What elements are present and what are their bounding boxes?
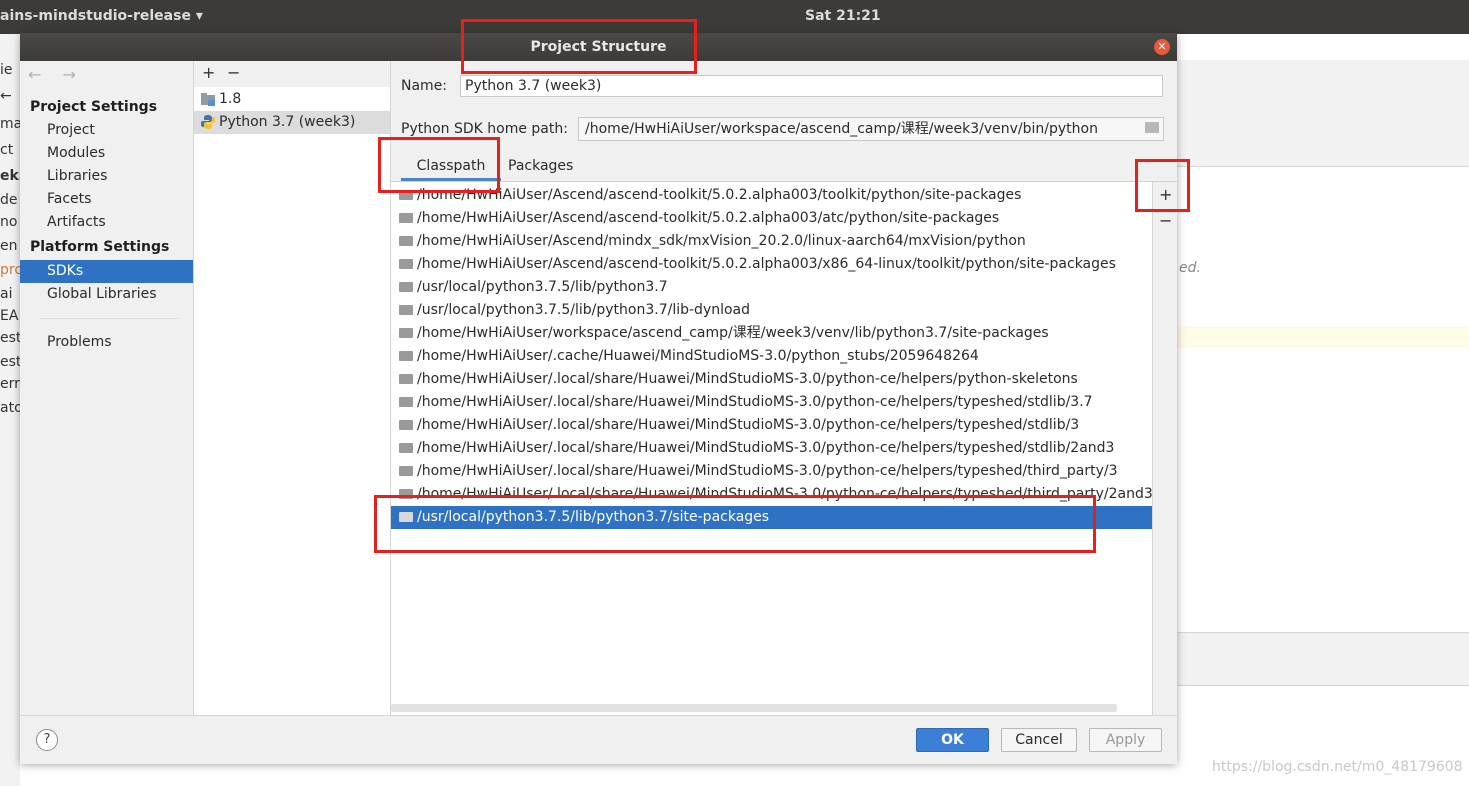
- bg-fragment: ma: [0, 116, 20, 132]
- bg-bottom-bar: [1177, 632, 1469, 686]
- classpath-row[interactable]: /usr/local/python3.7.5/lib/python3.7/lib…: [391, 299, 1152, 322]
- classpath-row[interactable]: /home/HwHiAiUser/.local/share/Huawei/Min…: [391, 414, 1152, 437]
- nav-item-sdks[interactable]: SDKs: [20, 260, 193, 283]
- folder-icon: [399, 236, 413, 246]
- app-menu[interactable]: ains-mindstudio-release ▾: [0, 8, 203, 24]
- sdk-item-1-8[interactable]: 1.8: [194, 88, 390, 111]
- browse-folder-icon[interactable]: [1145, 122, 1159, 133]
- folder-icon: [399, 466, 413, 476]
- bg-fragment: err: [0, 376, 20, 392]
- classpath-row[interactable]: /home/HwHiAiUser/Ascend/mindx_sdk/mxVisi…: [391, 230, 1152, 253]
- sdk-details-panel: Name: Python 3.7 (week3) Python SDK home…: [391, 61, 1177, 715]
- bg-fragment: pro: [0, 262, 20, 278]
- classpath-row[interactable]: /home/HwHiAiUser/.local/share/Huawei/Min…: [391, 391, 1152, 414]
- close-icon[interactable]: ✕: [1154, 39, 1170, 55]
- folder-icon: [399, 397, 413, 407]
- nav-item-modules[interactable]: Modules: [20, 142, 193, 165]
- bg-fragment: en: [0, 238, 18, 254]
- folder-icon: [399, 374, 413, 384]
- bg-tabbar: [1177, 140, 1469, 167]
- bg-fragment: ai: [0, 286, 13, 302]
- name-label: Name:: [401, 78, 448, 94]
- folder-icon: [399, 420, 413, 430]
- classpath-row[interactable]: /usr/local/python3.7.5/lib/python3.7: [391, 276, 1152, 299]
- add-sdk-button[interactable]: +: [202, 63, 215, 82]
- folder-icon: [399, 282, 413, 292]
- help-icon[interactable]: ?: [36, 729, 58, 751]
- bg-fragment: no: [0, 214, 18, 230]
- classpath-row[interactable]: /home/HwHiAiUser/workspace/ascend_camp/课…: [391, 322, 1152, 345]
- watermark: https://blog.csdn.net/m0_48179608: [1212, 759, 1463, 775]
- bg-fragment: ct: [0, 142, 14, 158]
- bg-fragment: ek3: [0, 168, 20, 184]
- bg-fragment: ie: [0, 62, 13, 78]
- bg-fragment: est: [0, 354, 20, 370]
- nav-separator: [40, 318, 180, 319]
- nav-item-artifacts[interactable]: Artifacts: [20, 211, 193, 234]
- dialog-footer: ? OK Cancel Apply: [20, 715, 1177, 764]
- classpath-side-toolbar: + −: [1153, 182, 1177, 715]
- tab-packages[interactable]: Packages: [508, 153, 573, 179]
- classpath-list[interactable]: /home/HwHiAiUser/Ascend/ascend-toolkit/5…: [391, 182, 1153, 715]
- bg-editor-text: ed.: [1179, 260, 1201, 276]
- sdk-item-label: Python 3.7 (week3): [219, 114, 356, 130]
- cancel-button[interactable]: Cancel: [1001, 728, 1077, 752]
- sdk-item-label: 1.8: [219, 91, 242, 107]
- nav-item-project[interactable]: Project: [20, 119, 193, 142]
- bg-toolbar: [1177, 112, 1469, 141]
- ok-button[interactable]: OK: [916, 728, 989, 752]
- home-path-value: /home/HwHiAiUser/workspace/ascend_camp/课…: [585, 121, 1098, 137]
- nav-item-global-libraries[interactable]: Global Libraries: [20, 283, 193, 306]
- clock[interactable]: Sat 21:21: [805, 8, 881, 24]
- folder-icon: [399, 213, 413, 223]
- classpath-row[interactable]: /home/HwHiAiUser/Ascend/ascend-toolkit/5…: [391, 253, 1152, 276]
- annotation-box-selected-path: [374, 495, 1096, 553]
- folder-icon: [399, 305, 413, 315]
- classpath-row[interactable]: /home/HwHiAiUser/.local/share/Huawei/Min…: [391, 460, 1152, 483]
- classpath-row[interactable]: /home/HwHiAiUser/.local/share/Huawei/Min…: [391, 368, 1152, 391]
- annotation-box-title: [461, 19, 697, 74]
- apply-button[interactable]: Apply: [1089, 728, 1162, 752]
- bg-fragment: ato: [0, 400, 20, 416]
- settings-nav: ← → Project Settings Project Modules Lib…: [20, 61, 194, 715]
- bg-fragment: ←: [0, 88, 12, 104]
- remove-classpath-button[interactable]: −: [1159, 211, 1172, 230]
- annotation-box-classpath-tab: [378, 137, 500, 193]
- folder-icon: [399, 259, 413, 269]
- bg-fragment: EA: [0, 308, 19, 324]
- nav-item-facets[interactable]: Facets: [20, 188, 193, 211]
- bg-line-highlight: [1177, 326, 1469, 348]
- folder-icon: [399, 328, 413, 338]
- project-structure-dialog: Project Structure ✕ ← → Project Settings…: [20, 33, 1177, 764]
- bg-fragment: de: [0, 192, 18, 208]
- classpath-row[interactable]: /home/HwHiAiUser/Ascend/ascend-toolkit/5…: [391, 207, 1152, 230]
- folder-icon: [399, 351, 413, 361]
- project-settings-header: Project Settings: [30, 99, 158, 115]
- sdk-list-toolbar: + −: [194, 61, 390, 87]
- horizontal-scrollbar[interactable]: [391, 704, 1117, 712]
- folder-jdk-icon: [201, 93, 215, 106]
- sdk-item-python-3-7[interactable]: Python 3.7 (week3): [194, 111, 390, 134]
- home-path-label: Python SDK home path:: [401, 121, 568, 137]
- sdk-home-path-field[interactable]: /home/HwHiAiUser/workspace/ascend_camp/课…: [578, 117, 1164, 141]
- classpath-row[interactable]: /home/HwHiAiUser/.local/share/Huawei/Min…: [391, 437, 1152, 460]
- folder-icon: [399, 443, 413, 453]
- bg-fragment: est: [0, 330, 20, 346]
- nav-item-libraries[interactable]: Libraries: [20, 165, 193, 188]
- back-forward-arrows[interactable]: ← →: [28, 65, 84, 84]
- os-top-bar: ains-mindstudio-release ▾ Sat 21:21: [0, 0, 1469, 34]
- sdk-list-panel: + − 1.8 Python 3.7 (week3): [194, 61, 391, 715]
- background-ide-left: ie ← ma ct ek3 de no en pro ai EA est es…: [0, 34, 20, 786]
- background-ide-right: ed.: [1177, 34, 1469, 786]
- remove-sdk-button[interactable]: −: [227, 63, 240, 82]
- classpath-row[interactable]: /home/HwHiAiUser/Ascend/ascend-toolkit/5…: [391, 184, 1152, 207]
- nav-item-problems[interactable]: Problems: [20, 331, 193, 354]
- platform-settings-header: Platform Settings: [30, 239, 170, 255]
- bg-toolbar: [1177, 60, 1469, 113]
- sdk-name-field[interactable]: Python 3.7 (week3): [460, 75, 1163, 97]
- classpath-row[interactable]: /home/HwHiAiUser/.cache/Huawei/MindStudi…: [391, 345, 1152, 368]
- python-icon: [201, 115, 215, 129]
- annotation-box-add-button: [1135, 159, 1190, 212]
